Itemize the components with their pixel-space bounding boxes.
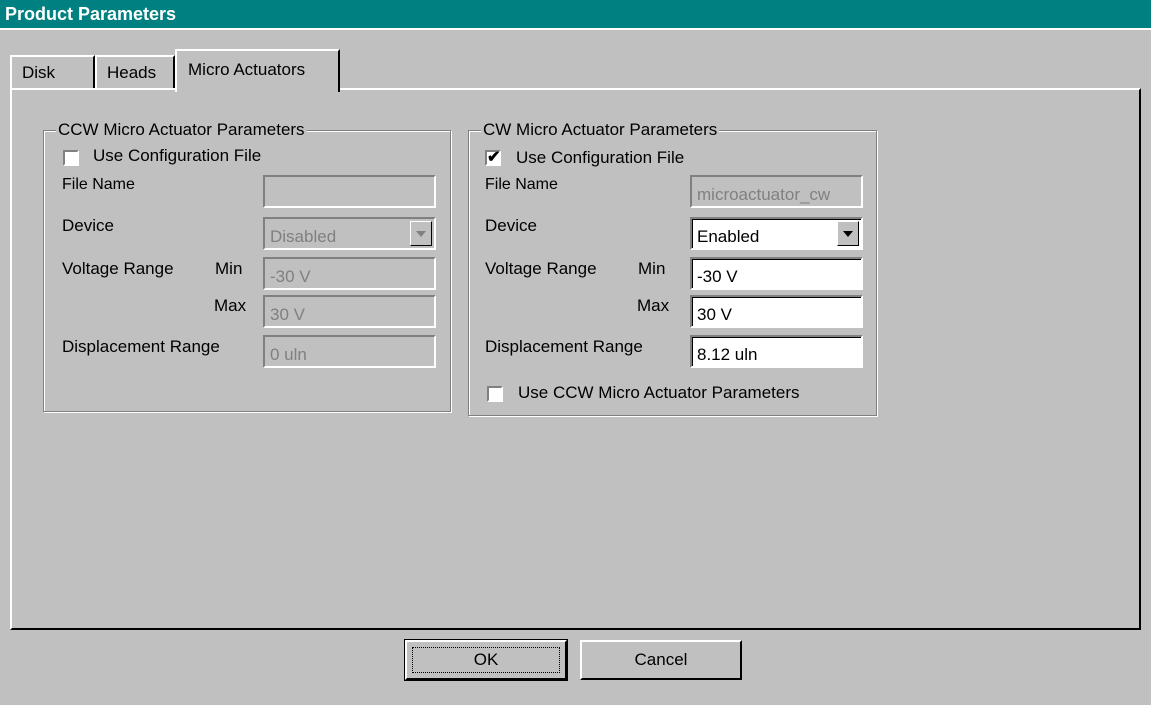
ok-button-label: OK <box>473 650 499 669</box>
cw-use-config-label: Use Configuration File <box>516 148 685 167</box>
cw-max-label: Max <box>637 296 670 315</box>
cw-device-label: Device <box>485 216 537 235</box>
ccw-displacement-range-field: 0 uln <box>263 335 436 368</box>
ccw-use-config-checkbox[interactable] <box>63 150 79 166</box>
cw-use-ccw-params-checkbox[interactable] <box>487 386 503 402</box>
tab-heads-label: Heads <box>107 63 157 82</box>
ccw-voltage-max-field: 30 V <box>263 295 436 328</box>
cw-min-label: Min <box>638 259 666 278</box>
cw-device-chevron-down-icon[interactable] <box>837 221 859 246</box>
ccw-device-dropdown: Disabled <box>263 217 436 250</box>
cw-voltage-min-field[interactable]: -30 V <box>690 257 863 290</box>
ccw-displacement-range-label: Displacement Range <box>62 337 220 356</box>
cw-voltage-max-field[interactable]: 30 V <box>690 295 863 328</box>
ccw-voltage-range-label: Voltage Range <box>62 259 174 278</box>
cw-displacement-range-field[interactable]: 8.12 uln <box>690 335 863 368</box>
cw-displacement-range-value: 8.12 uln <box>697 345 758 364</box>
cw-displacement-range-label: Displacement Range <box>485 337 643 356</box>
ccw-file-name-label: File Name <box>62 176 135 193</box>
cancel-button-label: Cancel <box>634 650 688 669</box>
ccw-voltage-max-value: 30 V <box>270 305 305 324</box>
window-title: Product Parameters <box>5 4 177 24</box>
cw-device-dropdown[interactable]: Enabled <box>690 217 863 250</box>
ccw-device-label: Device <box>62 216 114 235</box>
cw-device-value: Enabled <box>697 227 760 246</box>
tab-micro-actuators[interactable]: Micro Actuators <box>175 49 340 92</box>
ccw-voltage-min-value: -30 V <box>270 267 311 286</box>
cw-use-config-checkbox[interactable]: ✔ <box>485 150 501 166</box>
cw-file-name-field: microactuator_cw <box>690 175 863 208</box>
cw-group-legend: CW Micro Actuator Parameters <box>481 120 720 140</box>
ccw-device-value: Disabled <box>270 227 337 246</box>
tab-micro-actuators-label: Micro Actuators <box>188 60 306 79</box>
tab-disk-label: Disk <box>22 63 56 82</box>
ccw-use-config-label: Use Configuration File <box>93 146 262 165</box>
ccw-device-chevron-down-icon <box>410 221 432 246</box>
ccw-file-name-field <box>263 175 436 208</box>
ccw-voltage-min-field: -30 V <box>263 257 436 290</box>
ccw-displacement-range-value: 0 uln <box>270 345 307 364</box>
checkmark-icon: ✔ <box>487 149 501 166</box>
cancel-button[interactable]: Cancel <box>580 640 742 680</box>
cw-voltage-range-label: Voltage Range <box>485 259 597 278</box>
cw-file-name-value: microactuator_cw <box>697 185 831 204</box>
ccw-group-legend: CCW Micro Actuator Parameters <box>56 120 307 140</box>
ok-button[interactable]: OK <box>404 639 568 681</box>
cw-voltage-min-value: -30 V <box>697 267 738 286</box>
cw-use-ccw-params-label: Use CCW Micro Actuator Parameters <box>518 383 800 402</box>
title-bar: Product Parameters <box>0 0 1151 30</box>
ccw-max-label: Max <box>214 296 247 315</box>
ccw-min-label: Min <box>215 259 243 278</box>
tab-disk[interactable]: Disk <box>10 55 95 90</box>
cw-file-name-label: File Name <box>485 176 558 193</box>
cw-voltage-max-value: 30 V <box>697 305 732 324</box>
tab-heads[interactable]: Heads <box>95 55 175 90</box>
